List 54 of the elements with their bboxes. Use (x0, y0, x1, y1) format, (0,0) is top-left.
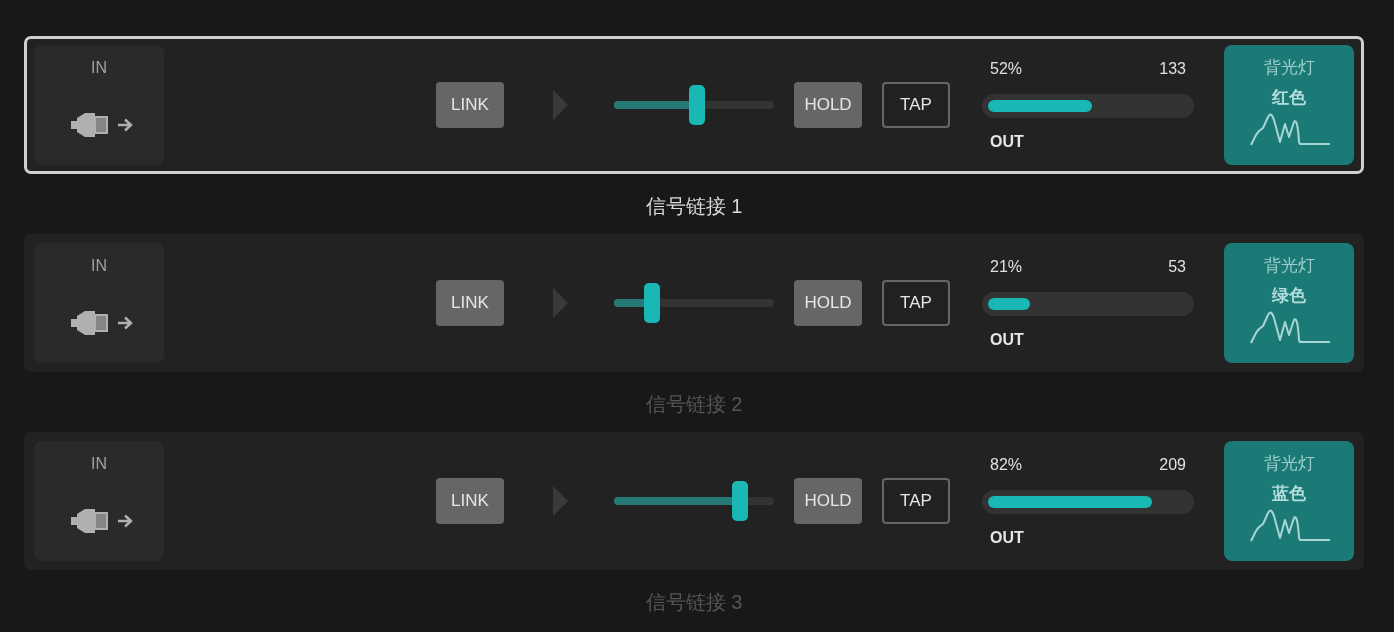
chain-label: 信号链接 1 (645, 193, 743, 219)
plug-icon (71, 509, 109, 533)
arrow-right-icon (117, 514, 133, 528)
slider-thumb[interactable] (644, 283, 661, 323)
chain-label: 信号链接 2 (645, 391, 743, 417)
backlight-title: 背光灯 (1263, 58, 1315, 78)
chain-label: 信号链接 3 (645, 589, 743, 615)
backlight-title: 背光灯 (1263, 454, 1315, 474)
wave-icon (1250, 310, 1330, 344)
hold-button[interactable]: HOLD (794, 82, 862, 128)
plug-icon (71, 311, 109, 335)
arrow-right-icon (117, 316, 133, 330)
wave-icon (1250, 112, 1330, 146)
tap-button[interactable]: TAP (882, 478, 950, 524)
backlight-title: 背光灯 (1263, 256, 1315, 276)
output-label: OUT (989, 527, 1025, 548)
slider-thumb[interactable] (732, 481, 749, 521)
value-reading: 209 (1159, 454, 1186, 475)
slider-thumb[interactable] (688, 85, 705, 125)
backlight-panel[interactable]: 背光灯 蓝色 (1224, 441, 1354, 561)
value-reading: 133 (1159, 58, 1186, 79)
link-button[interactable]: LINK (436, 478, 504, 524)
percent-reading: 21% (990, 256, 1023, 277)
backlight-color-name: 蓝色 (1272, 484, 1306, 504)
slider-track[interactable] (614, 283, 774, 323)
link-button[interactable]: LINK (436, 82, 504, 128)
percent-reading: 52% (990, 58, 1023, 79)
hold-button[interactable]: HOLD (794, 478, 862, 524)
tap-button[interactable]: TAP (882, 280, 950, 326)
hold-button[interactable]: HOLD (794, 280, 862, 326)
triangle-icon (553, 288, 568, 318)
link-button[interactable]: LINK (436, 280, 504, 326)
plug-icon (71, 113, 109, 137)
input-label: IN (91, 455, 107, 473)
triangle-icon (553, 90, 568, 120)
percent-reading: 82% (990, 454, 1023, 475)
arrow-right-icon (117, 118, 133, 132)
slider-track[interactable] (614, 85, 774, 125)
output-label: OUT (989, 329, 1025, 350)
output-label: OUT (989, 131, 1025, 152)
backlight-color-name: 绿色 (1272, 286, 1306, 306)
tap-button[interactable]: TAP (882, 82, 950, 128)
value-reading: 53 (1168, 256, 1186, 277)
chain-card[interactable]: IN LINK HOLD TAP 82% 209 OUT 背光灯 蓝色 (24, 432, 1364, 570)
triangle-icon (553, 486, 568, 516)
chain-card[interactable]: IN LINK HOLD TAP 21% 53 OUT 背光灯 绿色 (24, 234, 1364, 372)
input-label: IN (91, 257, 107, 275)
input-label: IN (91, 59, 107, 77)
slider-track[interactable] (614, 481, 774, 521)
backlight-panel[interactable]: 背光灯 绿色 (1224, 243, 1354, 363)
chain-card[interactable]: IN LINK HOLD TAP 52% 133 OUT 背光灯 红色 (24, 36, 1364, 174)
backlight-color-name: 红色 (1272, 88, 1306, 108)
wave-icon (1250, 508, 1330, 542)
backlight-panel[interactable]: 背光灯 红色 (1224, 45, 1354, 165)
